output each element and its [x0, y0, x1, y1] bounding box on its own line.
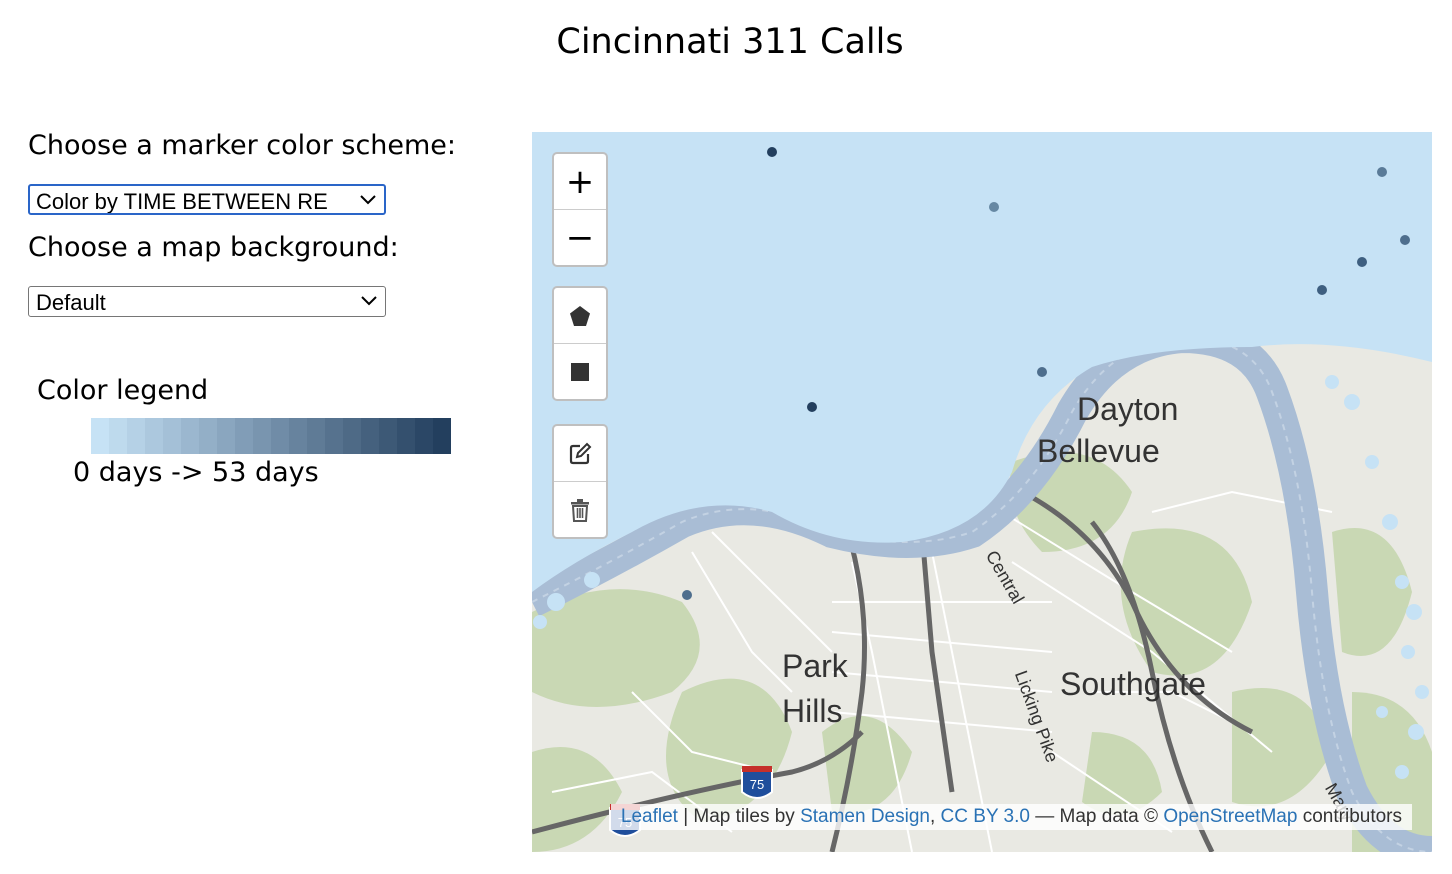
legend-swatch [397, 418, 415, 454]
trash-icon [571, 498, 589, 522]
map-background-value: Default [36, 290, 106, 315]
legend-swatch [415, 418, 433, 454]
zoom-in-button[interactable]: + [554, 154, 606, 210]
rectangle-icon [571, 362, 589, 381]
legend-swatch [127, 418, 145, 454]
svg-text:75: 75 [750, 777, 764, 792]
map[interactable]: Dayton Bellevue Park Hills Southgate Cen… [532, 132, 1432, 852]
polygon-icon [570, 305, 590, 326]
edit-layers-button[interactable] [554, 426, 606, 482]
legend-swatch [361, 418, 379, 454]
legend-swatch [379, 418, 397, 454]
map-tiles[interactable]: Dayton Bellevue Park Hills Southgate Cen… [532, 132, 1432, 852]
zoom-out-button[interactable]: − [554, 210, 606, 265]
legend-swatch [235, 418, 253, 454]
draw-toolbar [552, 286, 608, 401]
draw-rectangle-button[interactable] [554, 344, 606, 399]
chevron-down-icon [361, 296, 377, 306]
legend-color-bar [91, 418, 451, 454]
legend-range: 0 days -> 53 days [73, 457, 319, 488]
map-attribution: Leaflet | Map tiles by Stamen Design, CC… [610, 804, 1412, 830]
legend-swatch [91, 418, 109, 454]
legend-swatch [145, 418, 163, 454]
cc-license-link[interactable]: CC BY 3.0 [941, 806, 1030, 827]
legend-swatch [433, 418, 451, 454]
osm-link[interactable]: OpenStreetMap [1163, 806, 1297, 827]
place-label-bellevue: Bellevue [1037, 433, 1160, 469]
edit-icon [569, 442, 592, 464]
legend-swatch [109, 418, 127, 454]
legend-swatch [217, 418, 235, 454]
minus-icon: − [565, 217, 595, 258]
draw-polygon-button[interactable] [554, 288, 606, 344]
legend-swatch [163, 418, 181, 454]
edit-toolbar [552, 424, 608, 539]
legend-title: Color legend [37, 375, 209, 406]
page-title: Cincinnati 311 Calls [556, 22, 904, 62]
marker-scheme-value: Color by TIME BETWEEN RE [36, 189, 328, 214]
legend-swatch [271, 418, 289, 454]
marker-scheme-label: Choose a marker color scheme: [28, 130, 457, 161]
marker-scheme-select[interactable]: Color by TIME BETWEEN RE [28, 184, 386, 215]
place-label-southgate: Southgate [1060, 666, 1206, 702]
leaflet-link[interactable]: Leaflet [621, 806, 678, 827]
place-label-hills: Hills [782, 693, 842, 729]
interstate-shield-75: 75 [741, 766, 773, 799]
place-label-dayton: Dayton [1077, 391, 1178, 427]
legend-swatch [199, 418, 217, 454]
place-label-park: Park [782, 648, 849, 684]
legend-swatch [289, 418, 307, 454]
legend-swatch [343, 418, 361, 454]
map-background-label: Choose a map background: [28, 232, 399, 263]
chevron-down-icon [360, 195, 376, 205]
legend-swatch [307, 418, 325, 454]
stamen-link[interactable]: Stamen Design [800, 806, 930, 827]
zoom-control: + − [552, 152, 608, 267]
legend-swatch [253, 418, 271, 454]
plus-icon: + [565, 161, 595, 202]
legend-swatch [181, 418, 199, 454]
legend-swatch [325, 418, 343, 454]
delete-layers-button[interactable] [554, 482, 606, 537]
map-background-select[interactable]: Default [28, 286, 386, 317]
